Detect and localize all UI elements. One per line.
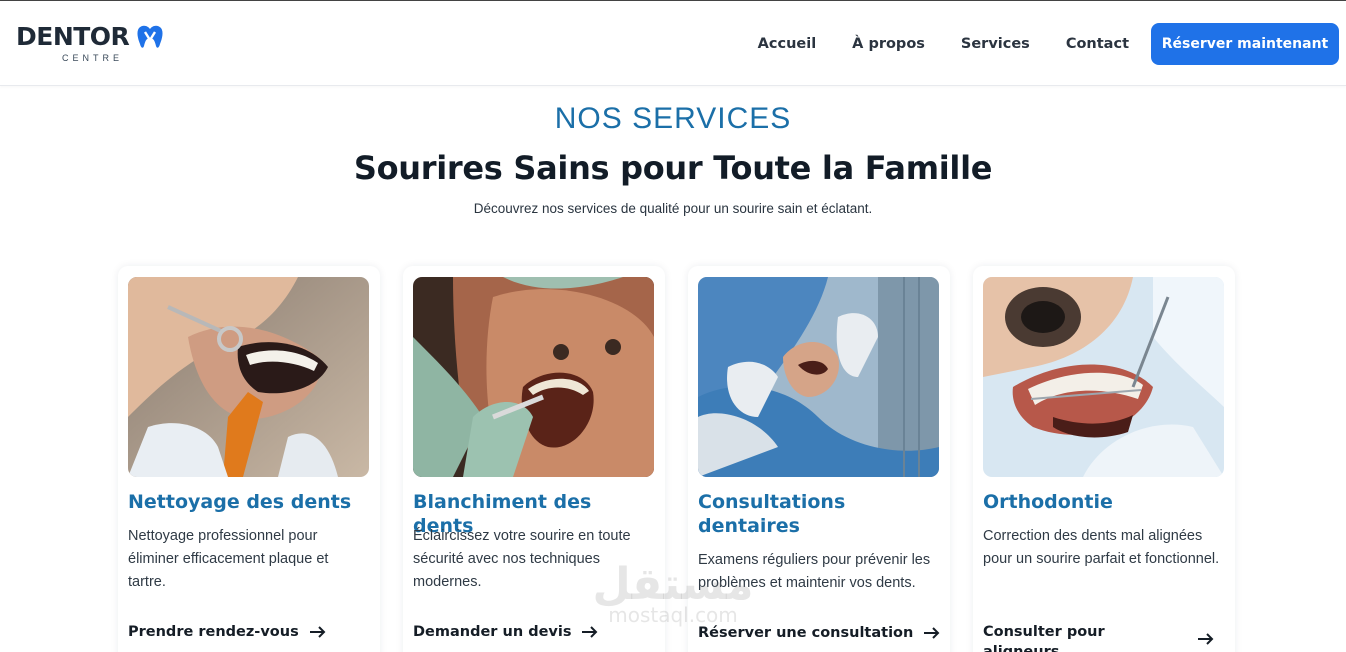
nav-link-services[interactable]: Services <box>961 36 1030 52</box>
card-title: Consultations dentaires <box>698 491 846 537</box>
logo[interactable]: DENTOR CENTRE <box>16 22 166 66</box>
card-title: Nettoyage des dents <box>128 491 352 513</box>
card-title: Orthodontie <box>983 491 1113 513</box>
teeth-cleaning-photo <box>128 277 369 477</box>
section-eyebrow: NOS SERVICES <box>554 102 792 135</box>
watermark-latin: mostaql.com <box>608 603 738 627</box>
link-label: Demander un devis <box>413 624 572 640</box>
services-heading: NOS SERVICES Sourires Sains pour Toute l… <box>0 100 1346 218</box>
orthodontics-braces-photo <box>983 277 1224 477</box>
section-subtitle: Découvrez nos services de qualité pour u… <box>473 201 873 216</box>
main-menu: Accueil À propos Services Contact Réserv… <box>758 23 1339 65</box>
service-card-orthodontics: Orthodontie Correction des dents mal ali… <box>973 266 1235 652</box>
nav-link-contact[interactable]: Contact <box>1066 36 1129 52</box>
consult-aligners-link[interactable]: Consulter pour aligneurs <box>983 622 1215 652</box>
dental-consultation-photo <box>698 277 939 477</box>
arrow-right-icon <box>924 627 940 639</box>
link-label: Consulter pour aligneurs <box>983 624 1105 652</box>
section-title: Sourires Sains pour Toute la Famille <box>353 149 993 187</box>
logo-wordmark: DENTOR <box>16 22 130 51</box>
logo-subtitle: CENTRE <box>62 53 124 63</box>
watermark: مستقل mostaql.com <box>588 560 758 640</box>
teeth-whitening-photo <box>413 277 654 477</box>
nav-link-a-propos[interactable]: À propos <box>852 36 925 52</box>
book-now-button[interactable]: Réserver maintenant <box>1151 23 1339 65</box>
card-description: Correction des dents mal alignées pour u… <box>983 528 1220 567</box>
service-card-cleaning: Nettoyage des dents Nettoyage profession… <box>118 266 380 652</box>
link-label: Prendre rendez-vous <box>128 624 299 640</box>
site-header: DENTOR CENTRE Accueil À propos Services … <box>0 1 1346 86</box>
book-appointment-link[interactable]: Prendre rendez-vous <box>128 622 373 642</box>
arrow-right-icon <box>1198 633 1214 645</box>
tooth-icon <box>137 25 163 48</box>
nav-link-accueil[interactable]: Accueil <box>758 36 817 52</box>
card-description: Nettoyage professionnel pour éliminer ef… <box>128 528 329 590</box>
arrow-right-icon <box>309 626 326 638</box>
